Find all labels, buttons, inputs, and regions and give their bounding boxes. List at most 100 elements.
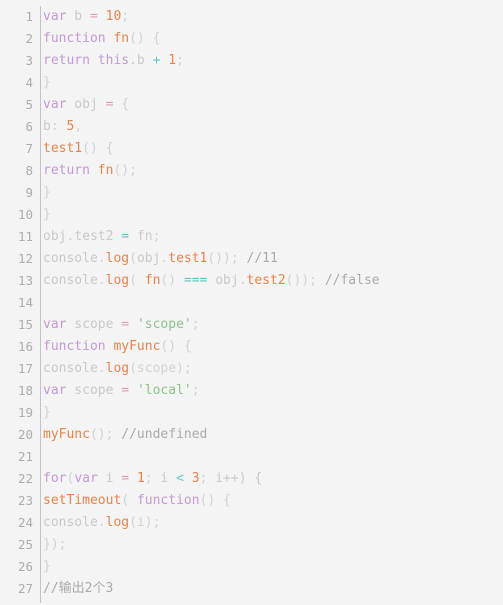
code-line-text[interactable]: obj.test2 = fn; [40, 226, 503, 248]
line-number: 18 [17, 383, 33, 398]
code-line[interactable]: 16 function myFunc() { [0, 336, 503, 358]
code-token: b [66, 9, 90, 24]
code-token: test2 [246, 273, 286, 288]
line-number: 2 [25, 31, 33, 46]
code-line-text[interactable]: } [40, 182, 503, 204]
line-number: 1 [25, 9, 33, 24]
code-line[interactable]: 22 for(var i = 1; i < 3; i++) { [0, 468, 503, 490]
code-token: i [160, 471, 177, 486]
code-line[interactable]: 4} [0, 72, 503, 94]
code-line[interactable]: 14 [0, 292, 503, 314]
code-line-text[interactable]: console.log(scope); [40, 358, 503, 380]
code-line-text[interactable]: } [40, 402, 503, 424]
code-line-text[interactable]: console.log(obj.test1()); //11 [40, 248, 503, 270]
code-token: ()); [285, 273, 325, 288]
code-token: (); [89, 427, 122, 442]
code-line-text[interactable]: } [40, 204, 503, 226]
code-token: log [105, 361, 130, 376]
code-token: return [43, 53, 90, 68]
line-number: 6 [25, 119, 33, 134]
code-token: 'local' [136, 383, 192, 398]
code-token: i++) { [215, 471, 263, 486]
code-line-text[interactable]: myFunc(); //undefined [40, 424, 503, 446]
code-token: function [136, 493, 200, 508]
code-token: var [74, 471, 98, 486]
code-token: 'scope' [136, 317, 192, 332]
code-line[interactable]: 3 return this.b + 1; [0, 50, 503, 72]
code-line[interactable]: 25}); [0, 534, 503, 556]
code-line-text[interactable]: return fn(); [40, 160, 503, 182]
code-token: //false [324, 273, 380, 288]
code-line[interactable]: 26} [0, 556, 503, 578]
code-line[interactable]: 10} [0, 204, 503, 226]
code-line-text[interactable]: var b = 10; [40, 6, 503, 28]
code-line-text[interactable]: } [40, 72, 503, 94]
code-line[interactable]: 6 b: 5, [0, 116, 503, 138]
code-line-text[interactable]: //输出2个3 [40, 578, 503, 600]
code-lines-container[interactable]: 1 var b = 10; 2 function fn() { 3 return this… [0, 6, 503, 600]
code-token: test2 [74, 229, 114, 244]
code-line[interactable]: 9} [0, 182, 503, 204]
code-line[interactable]: 24 console.log(i); [0, 512, 503, 534]
code-token: log [105, 273, 130, 288]
code-line-text[interactable]: setTimeout( function() { [40, 490, 503, 512]
code-token: = [121, 383, 130, 398]
code-token: var [43, 9, 67, 24]
code-token: log [105, 251, 130, 266]
code-line[interactable]: 2 function fn() { [0, 28, 503, 50]
code-token: } [43, 207, 51, 222]
line-number: 11 [17, 229, 33, 244]
code-line[interactable]: 8 return fn(); [0, 160, 503, 182]
code-line[interactable]: 27 //输出2个3 [0, 578, 503, 600]
line-number: 3 [25, 53, 33, 68]
code-line[interactable]: 18 var scope = 'local'; [0, 380, 503, 402]
line-number: 24 [17, 515, 33, 530]
code-line-text[interactable]: console.log(i); [40, 512, 503, 534]
code-token: (); [113, 163, 137, 178]
code-line[interactable]: 7 test1() { [0, 138, 503, 160]
code-line[interactable]: 5 var obj = { [0, 94, 503, 116]
line-number: 25 [17, 537, 33, 552]
code-editor[interactable]: 1 var b = 10; 2 function fn() { 3 return this… [0, 0, 503, 605]
code-line[interactable]: 11 obj.test2 = fn; [0, 226, 503, 248]
code-line[interactable]: 21 [0, 446, 503, 468]
gutter-divider [40, 6, 41, 603]
code-token: console [43, 273, 98, 288]
code-token: var [43, 97, 67, 112]
code-line-text[interactable]: b: 5, [40, 116, 503, 138]
line-number: 19 [17, 405, 33, 420]
code-line[interactable]: 15 var scope = 'scope'; [0, 314, 503, 336]
code-token: ; [176, 53, 184, 68]
code-line[interactable]: 20 myFunc(); //undefined [0, 424, 503, 446]
code-line[interactable]: 17 console.log(scope); [0, 358, 503, 380]
code-line-text[interactable]: console.log( fn() === obj.test2()); //fa… [40, 270, 503, 292]
code-line-text[interactable]: }); [40, 534, 503, 556]
code-line[interactable]: 19} [0, 402, 503, 424]
code-line[interactable]: 12 console.log(obj.test1()); //11 [0, 248, 503, 270]
code-line-text[interactable]: function myFunc() { [40, 336, 503, 358]
code-token: (i); [129, 515, 161, 530]
code-line-text[interactable]: test1() { [40, 138, 503, 160]
code-token: scope [66, 317, 122, 332]
code-line[interactable]: 23 setTimeout( function() { [0, 490, 503, 512]
code-token: () { [160, 339, 192, 354]
code-line[interactable]: 1 var b = 10; [0, 6, 503, 28]
code-token: = [89, 9, 98, 24]
code-token: () { [199, 493, 231, 508]
line-number: 27 [17, 581, 33, 596]
code-line-text[interactable]: function fn() { [40, 28, 503, 50]
code-line-text[interactable]: return this.b + 1; [40, 50, 503, 72]
code-line-text[interactable]: for(var i = 1; i < 3; i++) { [40, 468, 503, 490]
code-token: . [97, 273, 106, 288]
line-number: 9 [25, 185, 33, 200]
code-line-text[interactable]: var obj = { [40, 94, 503, 116]
code-token: ( [121, 493, 137, 508]
code-line-text[interactable]: } [40, 556, 503, 578]
code-line[interactable]: 13 console.log( fn() === obj.test2()); //… [0, 270, 503, 292]
line-number: 23 [17, 493, 33, 508]
code-line-text[interactable]: var scope = 'local'; [40, 380, 503, 402]
code-line-text[interactable]: var scope = 'scope'; [40, 314, 503, 336]
